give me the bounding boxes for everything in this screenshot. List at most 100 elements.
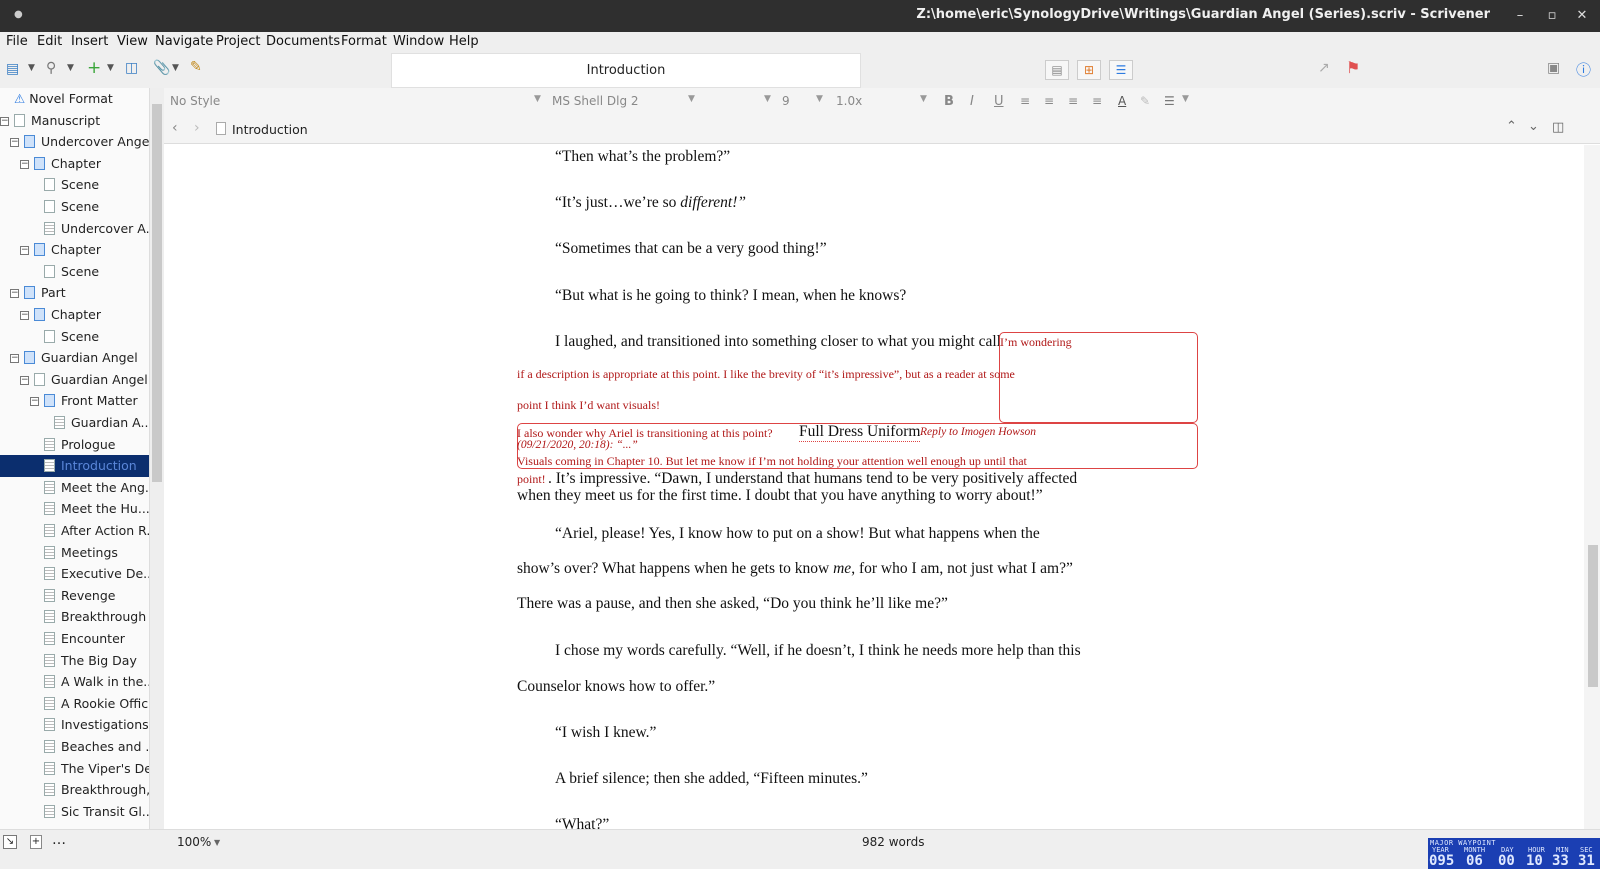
binder-item[interactable]: − Front Matter: [0, 390, 149, 412]
up-arrow-icon[interactable]: ⌃: [1506, 119, 1517, 134]
binder-item[interactable]: Introduction: [0, 455, 149, 478]
add-document-icon[interactable]: +: [30, 835, 42, 849]
inline-annotation[interactable]: Full Dress Uniform: [799, 423, 921, 442]
collapse-toggle-icon[interactable]: −: [10, 289, 19, 299]
chevron-down-icon[interactable]: ▼: [172, 63, 179, 73]
window-menu-icon[interactable]: ●: [14, 9, 23, 20]
binder-item[interactable]: − Guardian Angel: [0, 347, 149, 369]
align-center-icon[interactable]: ≡: [1044, 94, 1054, 108]
binder-item[interactable]: Executive De...: [0, 563, 155, 585]
binder-item[interactable]: A Rookie Offic...: [0, 693, 160, 715]
binder-item[interactable]: − Chapter: [0, 304, 149, 326]
binder-item[interactable]: − Undercover Angel: [0, 131, 153, 153]
binder-item[interactable]: The Big Day: [0, 650, 149, 672]
more-options-icon[interactable]: …: [52, 832, 66, 848]
close-button[interactable]: ✕: [1572, 6, 1592, 26]
underline-icon[interactable]: U: [994, 94, 1004, 109]
highlight-icon[interactable]: ✎: [1140, 94, 1150, 108]
chevron-down-icon[interactable]: ▼: [534, 94, 541, 104]
binder-item[interactable]: Breakthrough: [0, 606, 149, 628]
binder-item[interactable]: After Action R...: [0, 520, 158, 542]
outliner-view-button[interactable]: ☰: [1109, 60, 1133, 80]
collapse-toggle-icon[interactable]: −: [0, 116, 9, 126]
binder-item[interactable]: Meet the Hu...: [0, 498, 150, 520]
chevron-down-icon[interactable]: ▼: [67, 63, 74, 73]
binder-item[interactable]: − Manuscript: [0, 110, 149, 132]
chevron-down-icon[interactable]: ▼: [920, 94, 927, 104]
collapse-toggle-icon[interactable]: −: [20, 311, 29, 320]
bookmark-icon[interactable]: ⚑: [1346, 58, 1360, 77]
font-select[interactable]: MS Shell Dlg 2: [552, 94, 639, 108]
list-icon[interactable]: ☰: [1164, 94, 1175, 108]
binder-item[interactable]: Encounter: [0, 628, 149, 650]
attachment-icon[interactable]: 📎: [153, 60, 170, 76]
new-folder-icon[interactable]: ↘: [3, 835, 17, 849]
chevron-down-icon[interactable]: ▼: [688, 94, 695, 104]
collapse-toggle-icon[interactable]: −: [20, 246, 29, 256]
chevron-down-icon[interactable]: ▼: [764, 94, 771, 104]
binder-item[interactable]: − Chapter: [0, 239, 149, 261]
binder-item[interactable]: Scene: [0, 196, 149, 218]
binder-item[interactable]: Scene: [0, 326, 149, 348]
menu-file[interactable]: File: [6, 34, 28, 49]
search-icon[interactable]: ⚲: [46, 60, 56, 76]
bold-icon[interactable]: B: [944, 94, 954, 109]
chevron-down-icon[interactable]: ▼: [214, 838, 220, 847]
composition-mode-icon[interactable]: ▣: [1547, 60, 1560, 76]
align-justify-icon[interactable]: ≡: [1068, 94, 1078, 108]
binder-item[interactable]: Beaches and ...: [0, 736, 157, 758]
comment-reply-link[interactable]: Reply to Imogen Howson: [920, 426, 1036, 438]
style-select[interactable]: No Style: [170, 94, 220, 108]
align-left-icon[interactable]: ≡: [1020, 94, 1030, 108]
collapse-toggle-icon[interactable]: −: [30, 397, 39, 407]
menu-documents[interactable]: Documents: [266, 34, 340, 49]
menu-insert[interactable]: Insert: [71, 34, 108, 49]
binder-item[interactable]: Scene: [0, 174, 149, 196]
binder-item[interactable]: Meetings: [0, 542, 149, 564]
menu-window[interactable]: Window: [393, 34, 444, 49]
add-icon[interactable]: +: [87, 58, 101, 78]
zoom-select[interactable]: 100%: [177, 835, 211, 849]
italic-icon[interactable]: I: [970, 94, 974, 109]
binder-toggle-icon[interactable]: ▤: [6, 61, 19, 77]
binder-item[interactable]: Meet the Ang...: [0, 477, 157, 499]
corkboard-view-button[interactable]: ⊞: [1077, 60, 1101, 80]
trash-icon[interactable]: ◫: [125, 60, 138, 76]
binder-item[interactable]: The Viper's Den: [0, 758, 160, 780]
binder-item[interactable]: − Guardian Angel...: [0, 369, 160, 391]
align-right-icon[interactable]: ≡: [1092, 94, 1102, 108]
binder-item[interactable]: − Chapter: [0, 153, 149, 175]
minimize-button[interactable]: –: [1510, 6, 1530, 26]
split-view-icon[interactable]: ◫: [1552, 120, 1564, 135]
binder-item[interactable]: Investigations: [0, 714, 149, 736]
collapse-toggle-icon[interactable]: −: [10, 138, 19, 148]
binder-scroll-thumb[interactable]: [152, 104, 162, 482]
binder-item[interactable]: Guardian A...: [0, 412, 152, 434]
chevron-down-icon[interactable]: ▼: [1182, 94, 1189, 104]
down-arrow-icon[interactable]: ⌄: [1528, 119, 1539, 134]
font-size-select[interactable]: 9: [782, 94, 790, 108]
menu-format[interactable]: Format: [341, 34, 387, 49]
chevron-down-icon[interactable]: ▼: [107, 63, 114, 73]
menu-help[interactable]: Help: [449, 34, 479, 49]
binder-item[interactable]: ⚠ Novel Format: [0, 88, 149, 110]
editor-scrollbar[interactable]: [1584, 145, 1600, 829]
chevron-down-icon[interactable]: ▼: [28, 63, 35, 73]
binder-item[interactable]: Breakthrough,...: [0, 779, 162, 801]
binder-item[interactable]: Revenge: [0, 585, 149, 607]
share-icon[interactable]: ↗: [1318, 60, 1330, 76]
single-view-button[interactable]: ▤: [1045, 60, 1069, 80]
editor-text-area[interactable]: “Then what’s the problem?” “It’s just…we…: [164, 145, 1584, 829]
binder-item[interactable]: Undercover A...: [0, 218, 158, 240]
collapse-toggle-icon[interactable]: −: [20, 159, 29, 169]
forward-icon[interactable]: ›: [194, 120, 200, 136]
binder-item[interactable]: Scene: [0, 261, 149, 283]
back-icon[interactable]: ‹: [172, 120, 178, 136]
maximize-button[interactable]: ▫: [1542, 6, 1562, 26]
text-color-icon[interactable]: A: [1118, 94, 1126, 108]
collapse-toggle-icon[interactable]: −: [20, 375, 29, 385]
menu-navigate[interactable]: Navigate: [155, 34, 213, 49]
binder-item[interactable]: A Walk in the...: [0, 671, 155, 693]
header-doc-name[interactable]: Introduction: [232, 122, 308, 137]
binder-item[interactable]: − Part: [0, 282, 149, 304]
